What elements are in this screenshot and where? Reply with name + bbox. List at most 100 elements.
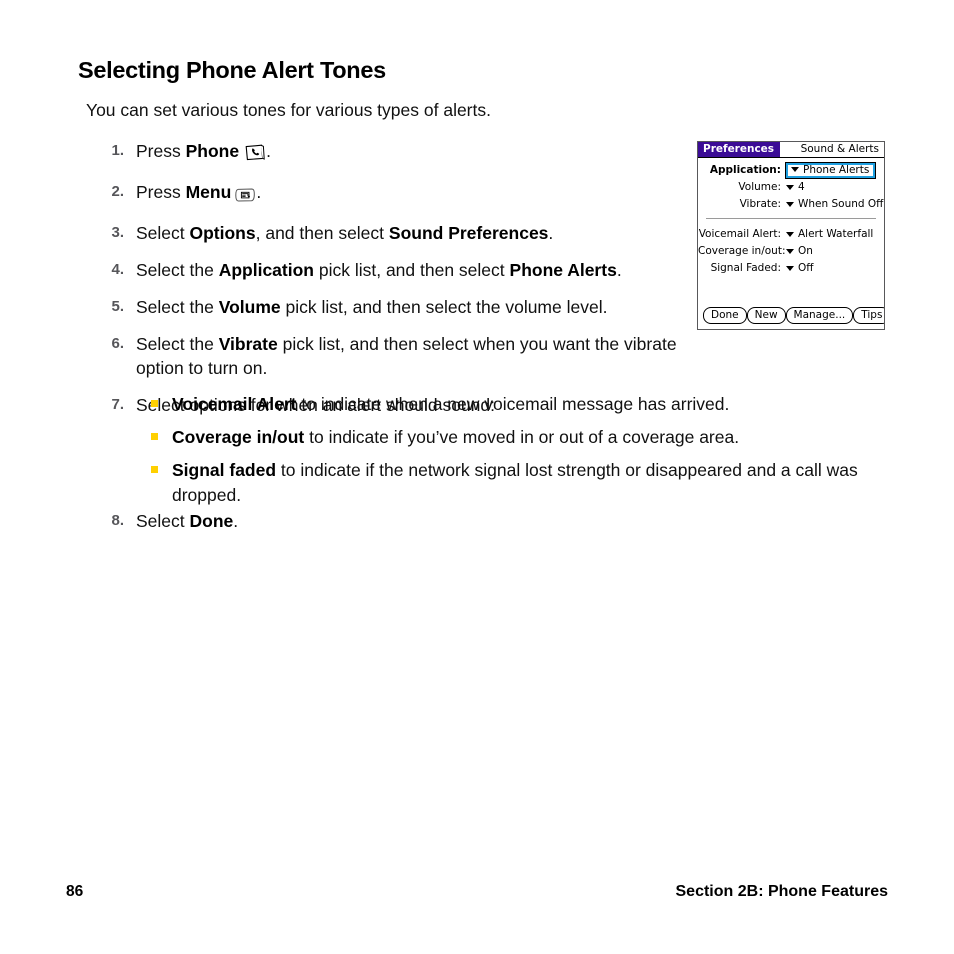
step-number: 6. — [111, 335, 124, 352]
step-number: 3. — [111, 224, 124, 241]
device-field-vibrate: Vibrate: When Sound Off — [698, 196, 884, 212]
step-keyword-2: Sound Preferences — [388, 223, 549, 243]
step-text-pre: Select the — [136, 260, 219, 280]
step-number: 8. — [111, 512, 124, 529]
footer-section-label: Section 2B: Phone Features — [675, 883, 889, 900]
field-label: Application: — [709, 164, 781, 176]
field-label: Coverage in/out: — [698, 245, 786, 257]
list-item-text: to indicate if you’ve moved in or out of… — [304, 427, 740, 447]
step-keyword: Done — [189, 511, 234, 531]
step-keyword: Vibrate — [218, 334, 278, 354]
new-button[interactable]: New — [746, 307, 786, 324]
step-text-post: . — [266, 141, 271, 161]
step-text: Select the Application pick list, and th… — [136, 258, 700, 282]
step-text-mid: , and then select — [255, 223, 389, 243]
chevron-down-icon — [786, 248, 794, 254]
list-item: Voicemail Alert to indicate when a new v… — [148, 392, 908, 417]
field-value: When Sound Off — [798, 198, 884, 210]
list-item-keyword: Signal faded — [172, 460, 277, 480]
step-text-pre: Select the — [136, 297, 219, 317]
square-bullet-icon — [151, 466, 158, 473]
chevron-down-icon — [791, 167, 799, 172]
step-item-8: 8. Select Done. — [100, 509, 636, 533]
phone-key-icon — [243, 143, 265, 167]
step-text-mid: pick list, and then select — [313, 260, 510, 280]
footer-page-number: 86 — [66, 883, 84, 900]
list-item-keyword: Coverage in/out — [172, 427, 305, 447]
menu-key-icon — [235, 184, 256, 208]
device-field-application: Application: Phone Alerts — [698, 161, 884, 179]
field-value: Phone Alerts — [803, 163, 870, 176]
step-keyword-2: Phone Alerts — [509, 260, 617, 280]
step-text-pre: Press — [136, 182, 186, 202]
step-text: Press Phone. — [136, 139, 700, 167]
step-item-6: 6. Select the Vibrate pick list, and the… — [100, 332, 700, 380]
chevron-down-icon — [786, 201, 794, 207]
step-keyword: Phone — [185, 141, 240, 161]
field-value: Alert Waterfall — [798, 228, 874, 240]
list-item-keyword: Voicemail Alert — [172, 394, 297, 414]
field-label: Volume: — [738, 181, 781, 193]
device-app-tab[interactable]: Preferences — [698, 142, 781, 157]
device-field-volume: Volume: 4 — [698, 179, 884, 195]
alert-options-bullet-list: Voicemail Alert to indicate when a new v… — [148, 392, 908, 516]
step-number: 2. — [111, 183, 124, 200]
device-titlebar: Preferences Sound & Alerts — [698, 142, 884, 158]
voicemail-alert-picklist[interactable]: Alert Waterfall — [786, 228, 884, 240]
step-item-3: 3. Select Options, and then select Sound… — [100, 221, 700, 245]
field-value: Off — [798, 262, 814, 274]
step-keyword: Application — [218, 260, 314, 280]
chevron-down-icon — [786, 184, 794, 190]
device-button-bar: Done New Manage... Tips — [698, 307, 884, 324]
step-text: Select the Volume pick list, and then se… — [136, 295, 700, 319]
step-text: Select Options, and then select Sound Pr… — [136, 221, 700, 245]
field-value: On — [798, 245, 813, 257]
field-label: Vibrate: — [739, 198, 781, 210]
section-divider — [706, 218, 876, 219]
chevron-down-icon — [786, 231, 794, 237]
step-number: 4. — [111, 261, 124, 278]
step-keyword: Options — [189, 223, 256, 243]
step-number: 7. — [111, 396, 124, 413]
step-text-pre: Select — [136, 223, 190, 243]
field-value: 4 — [798, 181, 805, 193]
application-picklist[interactable]: Phone Alerts — [784, 161, 877, 179]
vibrate-picklist[interactable]: When Sound Off — [786, 198, 884, 210]
document-page: Selecting Phone Alert Tones You can set … — [0, 0, 954, 954]
list-item-text: to indicate when a new voicemail message… — [296, 394, 730, 414]
step-text-mid: pick list, and then select the volume le… — [280, 297, 608, 317]
step-item-4: 4. Select the Application pick list, and… — [100, 258, 700, 282]
step-number: 5. — [111, 298, 124, 315]
field-label: Voicemail Alert: — [698, 228, 781, 240]
page-title: Selecting Phone Alert Tones — [78, 57, 386, 83]
device-field-voicemail-alert: Voicemail Alert: Alert Waterfall — [698, 226, 884, 242]
list-item: Signal faded to indicate if the network … — [148, 458, 908, 508]
step-text: Select Done. — [136, 509, 636, 533]
step-item-5: 5. Select the Volume pick list, and then… — [100, 295, 700, 319]
done-button[interactable]: Done — [703, 307, 747, 324]
device-field-coverage: Coverage in/out: On — [698, 243, 884, 259]
step-item-1: 1. Press Phone. — [100, 139, 700, 167]
step-text: Select the Vibrate pick list, and then s… — [136, 332, 700, 380]
step-text-pre: Press — [136, 141, 186, 161]
square-bullet-icon — [151, 400, 158, 407]
step-text-post: . — [256, 182, 262, 202]
field-label: Signal Faded: — [710, 262, 781, 274]
device-body: Application: Phone Alerts Volume: 4 Vibr… — [698, 158, 884, 276]
step-keyword: Menu — [185, 182, 232, 202]
tips-button[interactable]: Tips — [853, 307, 884, 324]
step-text-post: . — [548, 223, 554, 243]
signal-faded-picklist[interactable]: Off — [786, 262, 884, 274]
intro-paragraph: You can set various tones for various ty… — [86, 100, 491, 120]
manage-button[interactable]: Manage... — [785, 307, 854, 324]
coverage-picklist[interactable]: On — [786, 245, 884, 257]
step-text-post: . — [233, 511, 239, 531]
numbered-steps-list: 1. Press Phone. 2. Press Menu. 3. Select… — [100, 139, 700, 430]
volume-picklist[interactable]: 4 — [786, 181, 884, 193]
device-field-signal-faded: Signal Faded: Off — [698, 260, 884, 276]
step-number: 1. — [111, 142, 124, 159]
list-item: Coverage in/out to indicate if you’ve mo… — [148, 425, 908, 450]
step-item-2: 2. Press Menu. — [100, 180, 700, 208]
step-text-post: . — [616, 260, 622, 280]
square-bullet-icon — [151, 433, 158, 440]
